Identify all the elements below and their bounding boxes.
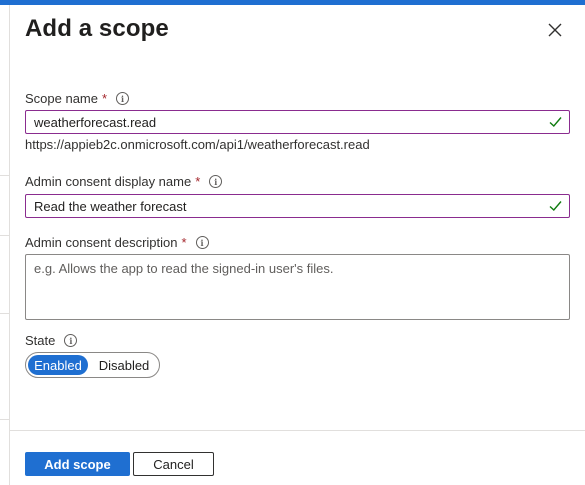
close-icon [548,23,562,37]
admin-consent-description-field[interactable] [25,254,570,320]
info-icon[interactable]: i [64,334,78,347]
close-button[interactable] [542,17,568,43]
admin-consent-display-name-field[interactable] [25,194,570,218]
blade-edge-divider [0,175,9,176]
required-mark: * [181,235,187,250]
footer-divider [10,430,585,431]
scope-name-label: Scope name * i [25,91,130,106]
admin-consent-description-textarea[interactable] [34,261,559,313]
required-mark: * [102,91,108,106]
admin-consent-description-label-text: Admin consent description [25,235,178,250]
blade-edge-divider [0,419,9,420]
cancel-button[interactable]: Cancel [133,452,214,476]
required-mark: * [195,174,201,189]
info-icon[interactable]: i [195,236,209,249]
scope-name-input[interactable] [34,114,534,130]
info-icon[interactable]: i [209,175,223,188]
state-option-enabled[interactable]: Enabled [28,355,88,375]
panel-title: Add a scope [25,15,169,42]
blade-edge-divider [0,313,9,314]
background-blade-edge [0,5,10,485]
scope-uri-text: https://appieb2c.onmicrosoft.com/api1/we… [25,137,370,152]
add-scope-button[interactable]: Add scope [25,452,130,476]
scope-name-field[interactable] [25,110,570,134]
checkmark-icon [549,201,562,212]
state-label: State i [25,333,78,348]
info-icon[interactable]: i [116,92,130,105]
state-toggle[interactable]: Enabled Disabled [25,352,160,378]
admin-consent-description-label: Admin consent description * i [25,235,209,250]
admin-consent-display-name-label-text: Admin consent display name [25,174,192,189]
checkmark-icon [549,117,562,128]
admin-consent-display-name-label: Admin consent display name * i [25,174,223,189]
scope-name-label-text: Scope name [25,91,98,106]
state-option-disabled[interactable]: Disabled [92,355,156,375]
admin-consent-display-name-input[interactable] [34,198,534,214]
blade-edge-divider [0,235,9,236]
state-label-text: State [25,333,56,348]
